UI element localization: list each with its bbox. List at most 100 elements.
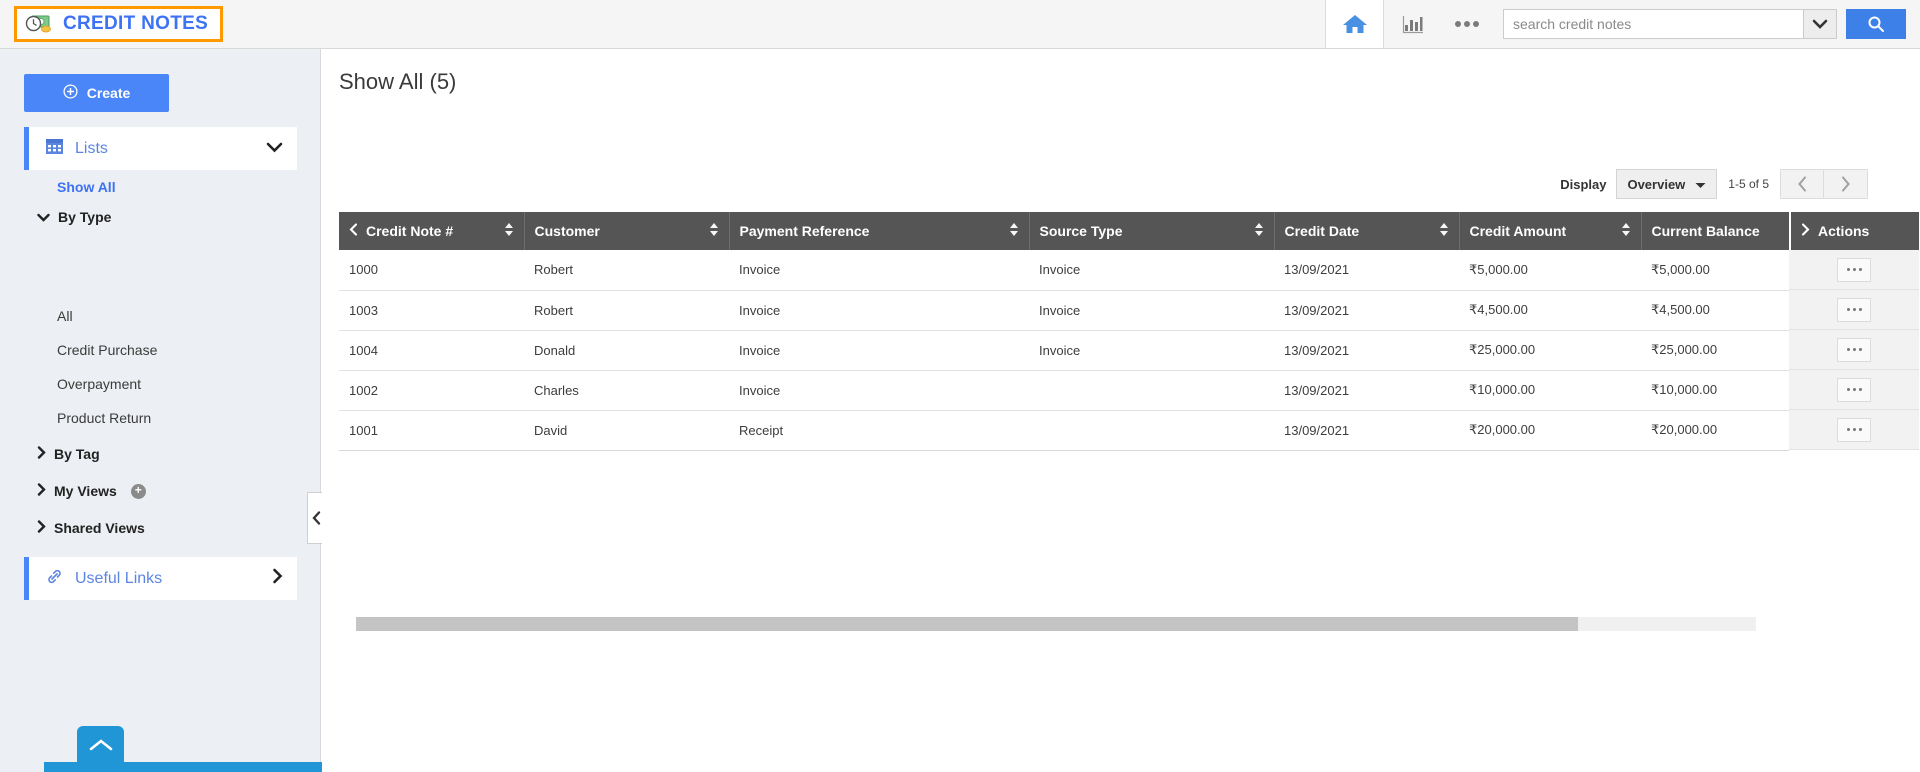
cell-credit-amount: ₹25,000.00 bbox=[1459, 330, 1641, 371]
column-header-credit-amount[interactable]: Credit Amount bbox=[1459, 212, 1642, 250]
column-header-source-type-label: Source Type bbox=[1039, 223, 1123, 239]
column-header-current-balance[interactable]: Current Balance bbox=[1641, 212, 1790, 250]
sidebar-group-shared-views-label: Shared Views bbox=[54, 520, 145, 536]
sidebar-section-lists-label: Lists bbox=[75, 139, 108, 157]
sidebar-item-show-all[interactable]: Show All bbox=[57, 179, 116, 195]
table-row[interactable]: 1001 David Receipt 13/09/2021 ₹20,000.00… bbox=[339, 410, 1789, 451]
create-button-label: Create bbox=[86, 85, 131, 101]
table-row[interactable]: 1000 Robert Invoice Invoice 13/09/2021 ₹… bbox=[339, 250, 1789, 291]
search-button[interactable] bbox=[1846, 9, 1906, 39]
sort-updown-icon[interactable] bbox=[496, 222, 514, 240]
chevron-right-icon[interactable] bbox=[1801, 223, 1810, 239]
sidebar-item-overpayment[interactable]: Overpayment bbox=[57, 376, 141, 392]
search-area bbox=[1503, 9, 1920, 39]
table-row[interactable]: 1002 Charles Invoice 13/09/2021 ₹10,000.… bbox=[339, 370, 1789, 411]
actions-cell bbox=[1789, 290, 1919, 330]
display-mode-value: Overview bbox=[1627, 176, 1686, 192]
scrollbar-thumb[interactable] bbox=[356, 617, 1578, 631]
cell-current-balance: ₹20,000.00 bbox=[1641, 410, 1789, 451]
cell-current-balance: ₹10,000.00 bbox=[1641, 370, 1789, 411]
actions-cell bbox=[1789, 330, 1919, 370]
next-page-button[interactable] bbox=[1824, 169, 1868, 199]
sort-updown-icon[interactable] bbox=[701, 222, 719, 240]
cell-credit-date: 13/09/2021 bbox=[1274, 290, 1459, 331]
sidebar-group-shared-views[interactable]: Shared Views bbox=[37, 520, 145, 536]
table-row[interactable]: 1004 Donald Invoice Invoice 13/09/2021 ₹… bbox=[339, 330, 1789, 371]
cell-source-type: Invoice bbox=[1029, 250, 1274, 291]
row-actions-button[interactable] bbox=[1837, 257, 1871, 282]
actions-column: Actions bbox=[1789, 212, 1919, 450]
sidebar-section-useful-links-label: Useful Links bbox=[75, 569, 163, 587]
bar-chart-icon[interactable] bbox=[1383, 0, 1441, 48]
ellipsis-icon bbox=[1858, 268, 1862, 271]
create-button[interactable]: Create bbox=[24, 74, 169, 112]
main-content: Show All (5) Display Overview 1-5 of 5 C… bbox=[322, 49, 1920, 772]
display-mode-dropdown[interactable]: Overview bbox=[1616, 169, 1718, 199]
horizontal-scrollbar[interactable] bbox=[356, 617, 1756, 631]
table-row[interactable]: 1003 Robert Invoice Invoice 13/09/2021 ₹… bbox=[339, 290, 1789, 331]
cell-credit-note: 1004 bbox=[339, 330, 524, 371]
search-scope-dropdown[interactable] bbox=[1803, 9, 1837, 39]
row-actions-button[interactable] bbox=[1837, 337, 1871, 362]
scroll-to-top-button[interactable] bbox=[77, 726, 124, 772]
home-icon[interactable] bbox=[1325, 0, 1383, 48]
sidebar-section-useful-links[interactable]: Useful Links bbox=[24, 557, 297, 600]
sort-updown-icon[interactable] bbox=[1246, 222, 1264, 240]
table-body: 1000 Robert Invoice Invoice 13/09/2021 ₹… bbox=[339, 250, 1789, 451]
sort-updown-icon[interactable] bbox=[1001, 222, 1019, 240]
app-logo[interactable]: CREDIT NOTES bbox=[14, 6, 224, 42]
column-header-customer[interactable]: Customer bbox=[524, 212, 730, 250]
cell-credit-note: 1003 bbox=[339, 290, 524, 331]
cell-credit-amount: ₹4,500.00 bbox=[1459, 290, 1641, 331]
column-header-actions[interactable]: Actions bbox=[1789, 212, 1919, 250]
cell-source-type bbox=[1029, 370, 1274, 411]
sidebar-item-product-return[interactable]: Product Return bbox=[57, 410, 151, 426]
column-header-credit-note[interactable]: Credit Note # bbox=[339, 212, 525, 250]
column-header-credit-note-label: Credit Note # bbox=[366, 223, 454, 239]
column-header-credit-date[interactable]: Credit Date bbox=[1274, 212, 1460, 250]
actions-cell bbox=[1789, 370, 1919, 410]
row-actions-button[interactable] bbox=[1837, 297, 1871, 322]
ellipsis-icon bbox=[1846, 348, 1850, 351]
add-view-icon[interactable]: + bbox=[130, 483, 146, 499]
chevron-left-icon bbox=[1797, 176, 1806, 192]
column-header-source-type[interactable]: Source Type bbox=[1029, 212, 1275, 250]
column-header-credit-date-label: Credit Date bbox=[1284, 223, 1360, 239]
search-input[interactable] bbox=[1503, 9, 1803, 39]
credit-notes-table: Credit Note # Customer Payment Reference… bbox=[339, 212, 1919, 631]
sidebar-group-by-tag[interactable]: By Tag bbox=[37, 446, 100, 462]
sidebar-item-credit-purchase[interactable]: Credit Purchase bbox=[57, 342, 157, 358]
plus-circle-icon bbox=[63, 84, 78, 102]
ellipsis-icon bbox=[1846, 428, 1850, 431]
caret-down-icon bbox=[1695, 177, 1706, 192]
chevron-down-icon bbox=[37, 209, 50, 225]
cell-customer: Charles bbox=[524, 370, 729, 411]
column-header-actions-label: Actions bbox=[1818, 223, 1870, 239]
chevron-right-icon bbox=[37, 483, 46, 499]
column-header-payment-reference[interactable]: Payment Reference bbox=[729, 212, 1030, 250]
ellipsis-icon bbox=[1852, 308, 1856, 311]
cell-payment-reference: Receipt bbox=[729, 410, 1029, 451]
row-actions-button[interactable] bbox=[1837, 417, 1871, 442]
cell-payment-reference: Invoice bbox=[729, 370, 1029, 411]
cell-credit-amount: ₹20,000.00 bbox=[1459, 410, 1641, 451]
sort-updown-icon[interactable] bbox=[1431, 222, 1449, 240]
sidebar-section-lists[interactable]: Lists bbox=[24, 127, 297, 170]
chevron-down-icon bbox=[266, 140, 283, 158]
sort-updown-icon[interactable] bbox=[1613, 222, 1631, 240]
row-actions-button[interactable] bbox=[1837, 377, 1871, 402]
sidebar-group-by-type[interactable]: By Type bbox=[37, 209, 111, 225]
ellipsis-icon bbox=[1846, 388, 1850, 391]
column-header-credit-amount-label: Credit Amount bbox=[1469, 223, 1567, 239]
ellipsis-icon bbox=[1846, 308, 1850, 311]
sidebar-item-all[interactable]: All bbox=[57, 308, 73, 324]
sidebar-group-my-views[interactable]: My Views + bbox=[37, 483, 146, 499]
cell-payment-reference: Invoice bbox=[729, 330, 1029, 371]
prev-page-button[interactable] bbox=[1780, 169, 1824, 199]
ellipsis-icon[interactable] bbox=[1441, 0, 1493, 48]
cell-customer: David bbox=[524, 410, 729, 451]
chevron-left-icon[interactable] bbox=[349, 223, 358, 239]
cell-credit-date: 13/09/2021 bbox=[1274, 410, 1459, 451]
sidebar: Create Lists Show All By Type All Credit… bbox=[0, 49, 397, 772]
cell-credit-date: 13/09/2021 bbox=[1274, 330, 1459, 371]
